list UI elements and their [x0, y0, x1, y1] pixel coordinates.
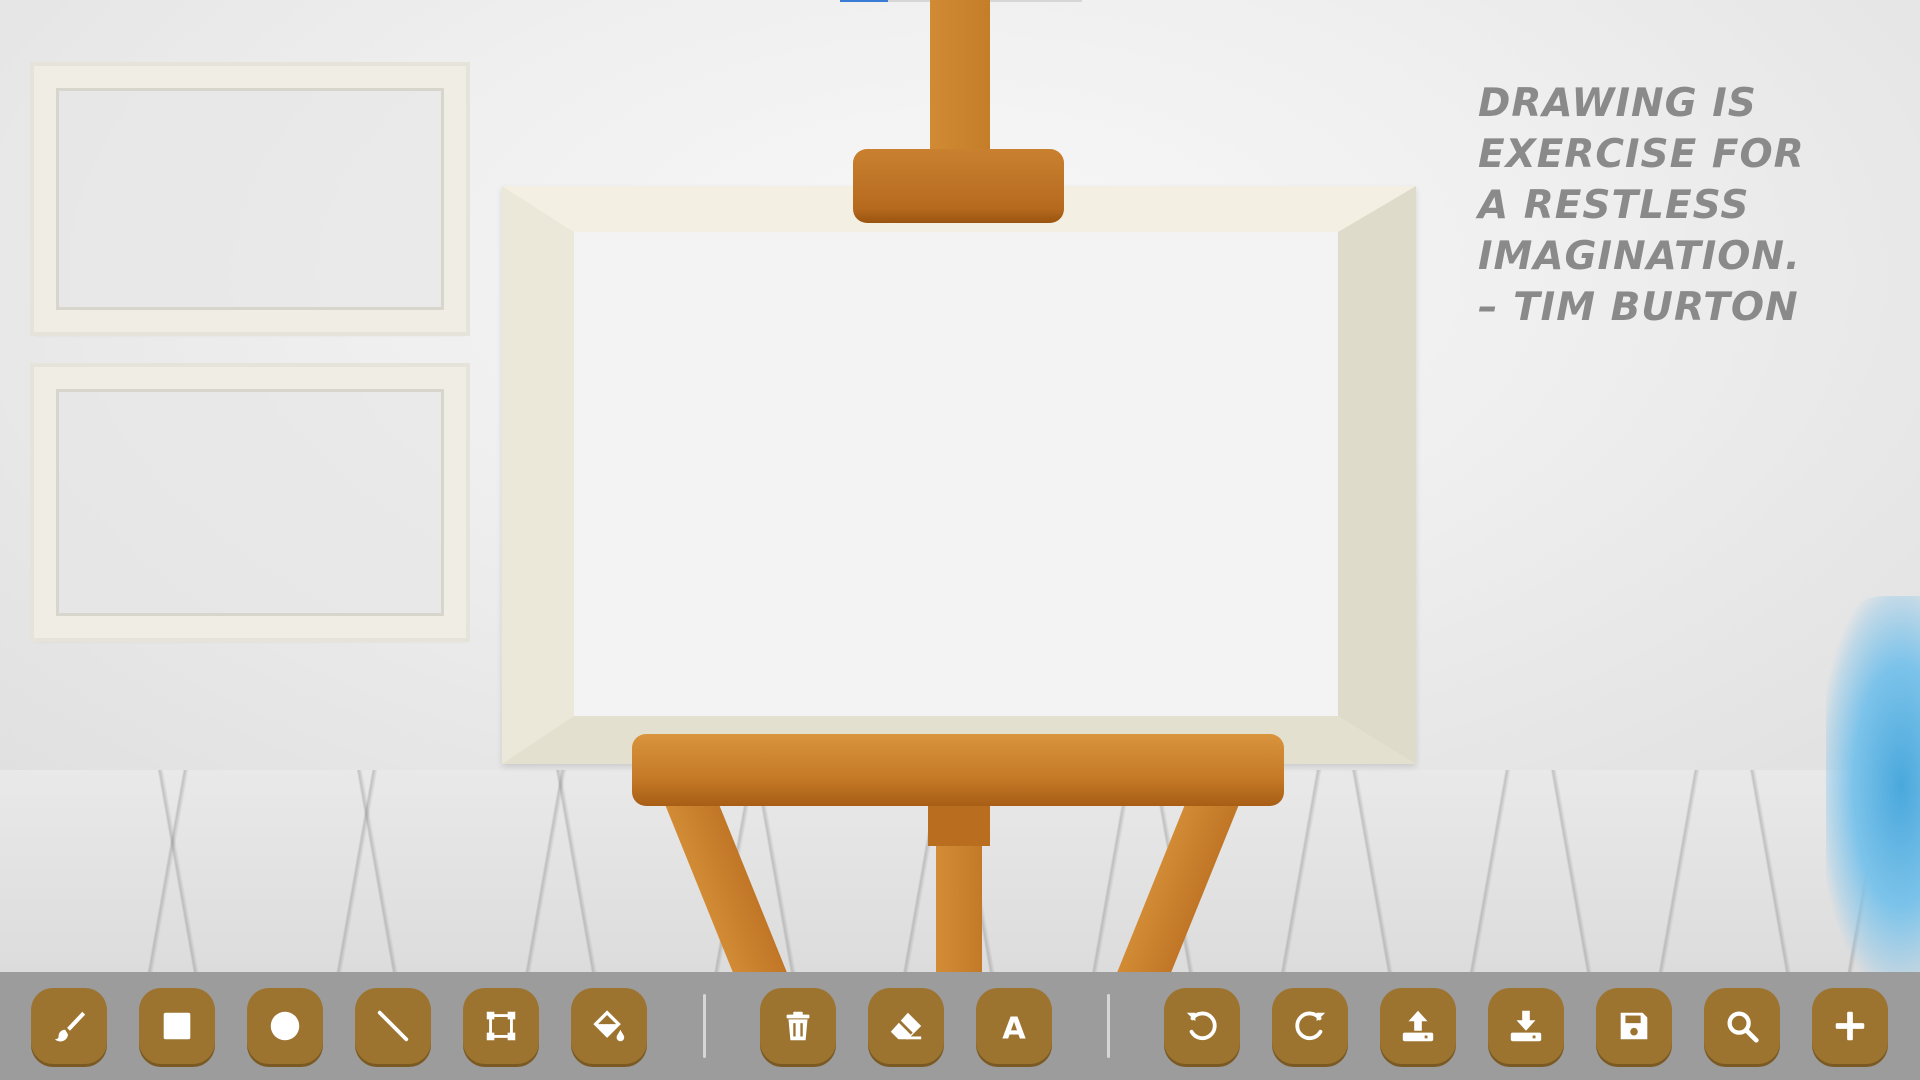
- text-button[interactable]: A: [976, 988, 1052, 1064]
- save-button[interactable]: [1596, 988, 1672, 1064]
- quote-line-3: A RESTLESS: [1478, 183, 1750, 228]
- saved-drawing-frame-1[interactable]: [30, 62, 470, 336]
- saved-drawing-frame-2[interactable]: [30, 363, 470, 642]
- zoom-button[interactable]: [1704, 988, 1780, 1064]
- zoom-icon: [1727, 1011, 1759, 1043]
- quote-text: DRAWING IS EXERCISE FOR A RESTLESS IMAGI…: [1478, 78, 1838, 333]
- delete-button[interactable]: [760, 988, 836, 1064]
- download-button[interactable]: [1488, 988, 1564, 1064]
- quote-line-1: DRAWING IS: [1478, 81, 1757, 126]
- upload-button[interactable]: [1380, 988, 1456, 1064]
- main-canvas-frame: [502, 186, 1416, 764]
- quote-line-5: – TIM BURTON: [1478, 285, 1799, 330]
- text-icon: A: [1002, 1011, 1026, 1045]
- fill-bucket-icon: [593, 1010, 625, 1042]
- square-icon: [163, 1012, 191, 1040]
- drawing-canvas[interactable]: [574, 232, 1338, 716]
- circle-button[interactable]: [247, 988, 323, 1064]
- shape-button[interactable]: [463, 988, 539, 1064]
- brush-button[interactable]: [31, 988, 107, 1064]
- upload-icon: [1402, 1010, 1434, 1042]
- fill-button[interactable]: [571, 988, 647, 1064]
- undo-icon: [1186, 1011, 1217, 1040]
- quote-line-2: EXERCISE FOR: [1478, 132, 1805, 177]
- line-icon: [377, 1010, 409, 1042]
- easel-clamp: [853, 149, 1064, 223]
- easel-post-top: [930, 0, 990, 152]
- svg-text:A: A: [1002, 1011, 1026, 1045]
- add-button[interactable]: [1812, 988, 1888, 1064]
- watercolor-splash: [1826, 596, 1920, 976]
- save-icon: [1620, 1012, 1648, 1040]
- plus-icon: [1835, 1011, 1865, 1041]
- quote-line-4: IMAGINATION.: [1478, 234, 1801, 279]
- easel-post-joint: [928, 804, 990, 846]
- redo-button[interactable]: [1272, 988, 1348, 1064]
- redo-icon: [1295, 1011, 1326, 1040]
- vector-square-icon: [486, 1011, 516, 1041]
- paintbrush-icon: [54, 1011, 86, 1042]
- trash-icon: [786, 1011, 810, 1041]
- rectangle-button[interactable]: [139, 988, 215, 1064]
- line-button[interactable]: [355, 988, 431, 1064]
- circle-icon: [270, 1011, 300, 1041]
- undo-button[interactable]: [1164, 988, 1240, 1064]
- toolbar-separator-1: [703, 994, 706, 1058]
- toolbar-separator-2: [1107, 994, 1110, 1058]
- eraser-icon: [890, 1012, 922, 1040]
- easel-post-bottom: [936, 846, 982, 972]
- top-accent-strip: [840, 0, 888, 2]
- eraser-button[interactable]: [868, 988, 944, 1064]
- download-icon: [1510, 1010, 1542, 1042]
- toolbar: A: [0, 972, 1920, 1080]
- easel-shelf: [632, 734, 1284, 806]
